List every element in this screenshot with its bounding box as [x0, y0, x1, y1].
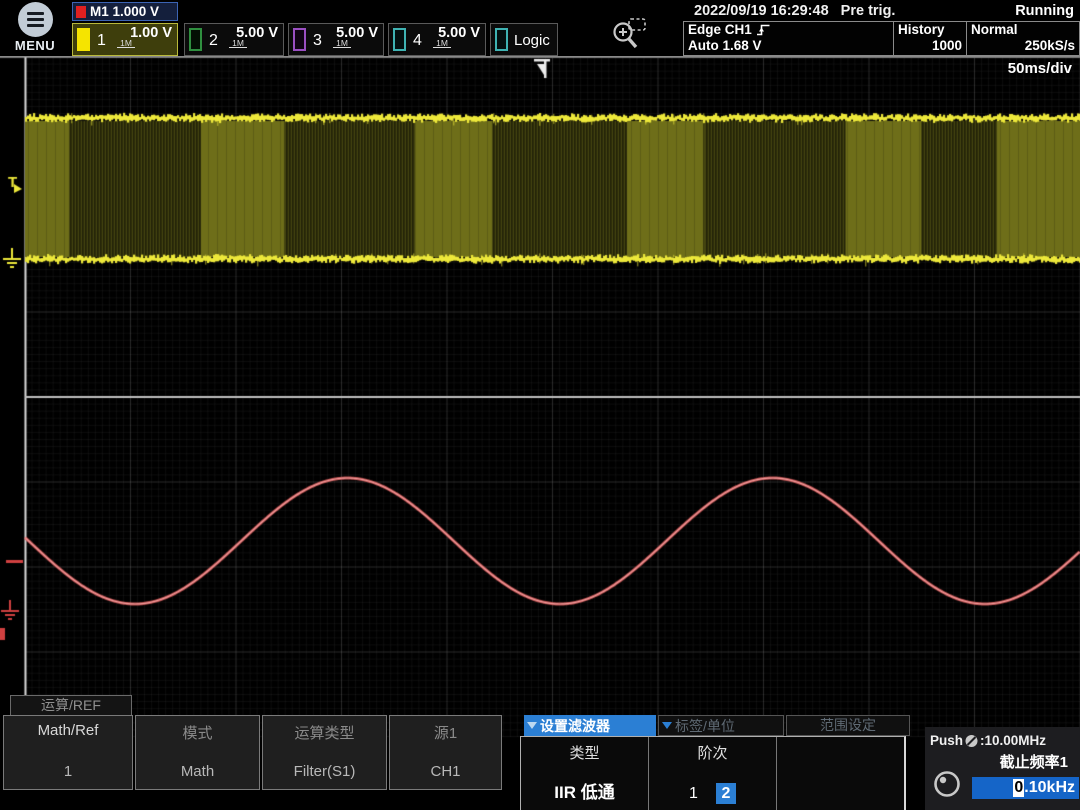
trigger-type-source: Edge CH1	[688, 22, 752, 38]
softkey-value: CH1	[390, 763, 501, 780]
menu-button[interactable]: MENU	[8, 2, 62, 53]
channel-1-number: 1	[97, 32, 106, 50]
sample-rate: 250kS/s	[971, 38, 1075, 54]
logic-label: Logic	[514, 32, 550, 49]
filter-order-options: 1 2	[649, 783, 776, 804]
channel-1-color-swatch	[77, 28, 90, 51]
knob-push-icon	[964, 734, 979, 748]
oscilloscope-display[interactable]	[0, 0, 1080, 810]
softkey-label: 模式	[136, 722, 259, 743]
order-option-2-selected[interactable]: 2	[716, 783, 736, 804]
push-label: Push	[930, 733, 963, 748]
timebase-readout: 50ms/div	[1008, 60, 1072, 77]
channel-4-number: 4	[413, 32, 422, 50]
trigger-settings-box[interactable]: Edge CH1 Auto 1.68 V	[683, 21, 894, 56]
datetime-row: 2022/09/19 16:29:48 Pre trig.	[694, 3, 895, 19]
top-status-bar: MENU M1 1.000 V 1 1M 1.00 V 2 1M 5.00 V …	[0, 0, 1080, 57]
channel-4-color-swatch	[393, 28, 406, 51]
cutoff-knob-panel: Push :10.00MHz 截止频率1 0 .10kHz	[925, 727, 1080, 810]
softkey-mode[interactable]: 模式 Math	[135, 715, 260, 790]
cutoff-frequency-rest: .10kHz	[1024, 779, 1075, 797]
channel-2-color-swatch	[189, 28, 202, 51]
history-box[interactable]: History 1000	[893, 21, 967, 56]
acquisition-box[interactable]: Normal 250kS/s	[966, 21, 1080, 56]
tab-range-setting[interactable]: 范围设定	[786, 715, 910, 736]
softkey-label: 运算类型	[263, 722, 386, 743]
rising-edge-icon	[756, 23, 771, 37]
cutoff-frequency-value[interactable]: 0 .10kHz	[972, 777, 1079, 799]
channel-1-indicator[interactable]: 1 1M 1.00 V	[72, 23, 178, 56]
logic-indicator[interactable]: Logic	[490, 23, 558, 56]
softkey-label: 源1	[390, 722, 501, 743]
channel-3-color-swatch	[293, 28, 306, 51]
edit-cursor-digit: 0	[1013, 779, 1024, 797]
softkey-label: Math/Ref	[4, 722, 132, 739]
softkey-operation-type[interactable]: 运算类型 Filter(S1)	[262, 715, 387, 790]
math1-indicator[interactable]: M1 1.000 V	[72, 2, 178, 21]
channel-3-scale: 5.00 V	[336, 25, 378, 41]
filter-type-column[interactable]: 类型 IIR 低通	[521, 737, 649, 810]
softkey-value: Filter(S1)	[263, 763, 386, 780]
dropdown-arrow-icon	[662, 722, 672, 729]
channel-2-scale: 5.00 V	[236, 25, 278, 41]
logic-color-swatch	[495, 28, 508, 51]
filter-order-column[interactable]: 阶次 1 2	[649, 737, 777, 810]
filter-type-value: IIR 低通	[521, 778, 648, 803]
filter-order-label: 阶次	[649, 742, 776, 763]
run-state-badge: Running	[1015, 3, 1074, 19]
push-knob-hint: Push :10.00MHz	[930, 733, 1046, 748]
history-label: History	[898, 22, 962, 38]
channel-3-indicator[interactable]: 3 1M 5.00 V	[288, 23, 384, 56]
tab-setup-filter[interactable]: 设置滤波器	[524, 715, 656, 736]
trigger-mode-level: Auto 1.68 V	[688, 38, 889, 54]
m1-label: M1 1.000 V	[90, 4, 159, 19]
datetime-readout: 2022/09/19 16:29:48	[694, 3, 829, 19]
filter-empty-column	[777, 737, 904, 810]
softkey-source1[interactable]: 源1 CH1	[389, 715, 502, 790]
cutoff-frequency-title: 截止频率1	[1000, 751, 1068, 772]
filter-type-label: 类型	[521, 742, 648, 763]
history-count: 1000	[898, 38, 962, 54]
filter-settings-popup: 类型 IIR 低通 阶次 1 2	[520, 736, 906, 810]
rotary-knob-icon[interactable]	[932, 769, 962, 799]
push-value: :10.00MHz	[980, 733, 1046, 748]
dropdown-arrow-icon	[527, 722, 537, 729]
order-option-1[interactable]: 1	[689, 785, 698, 803]
tab-label-unit[interactable]: 标签/单位	[658, 715, 784, 736]
tab-label-unit-label: 标签/单位	[675, 716, 735, 736]
m1-color-swatch	[76, 6, 86, 18]
hamburger-icon	[18, 2, 53, 37]
channel-2-indicator[interactable]: 2 1M 5.00 V	[184, 23, 284, 56]
channel-4-indicator[interactable]: 4 1M 5.00 V	[388, 23, 486, 56]
tab-math-ref-group[interactable]: 运算/REF	[10, 695, 132, 716]
pretrig-label: Pre trig.	[841, 3, 896, 19]
softkey-value: Math	[136, 763, 259, 780]
channel-2-number: 2	[209, 32, 218, 50]
acquisition-mode: Normal	[971, 22, 1075, 38]
tab-setup-filter-label: 设置滤波器	[540, 716, 610, 736]
softkey-value: 1	[4, 763, 132, 780]
magnifier-zoom-icon	[610, 16, 648, 52]
channel-4-scale: 5.00 V	[438, 25, 480, 41]
channel-1-scale: 1.00 V	[130, 25, 172, 41]
channel-3-number: 3	[313, 32, 322, 50]
menu-button-label: MENU	[8, 38, 62, 53]
softkey-math-ref[interactable]: Math/Ref 1	[3, 715, 133, 790]
zoom-search-button[interactable]	[610, 16, 648, 57]
